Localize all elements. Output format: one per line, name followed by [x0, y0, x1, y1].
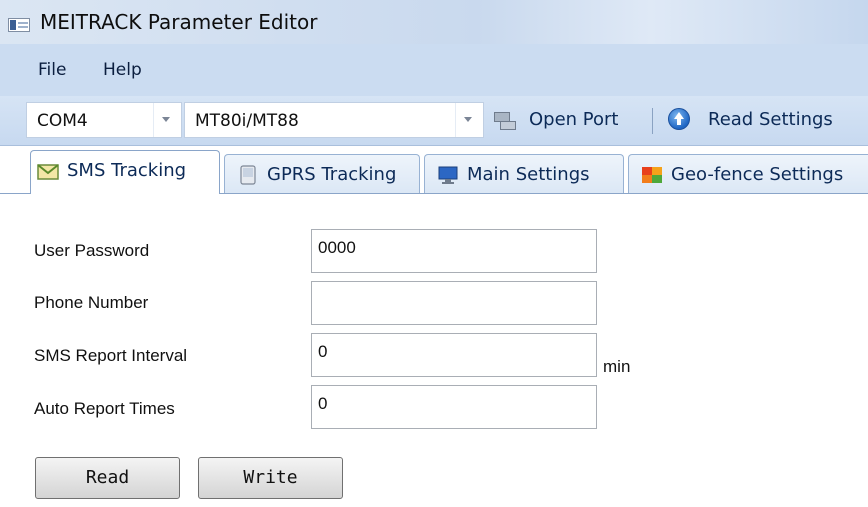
- phone-number-label: Phone Number: [34, 293, 149, 312]
- app-icon: [8, 18, 30, 32]
- model-select[interactable]: MT80i/MT88: [184, 102, 484, 138]
- window-title: MEITRACK Parameter Editor: [40, 10, 318, 34]
- user-password-field[interactable]: 0000: [311, 229, 597, 273]
- tab-strip: SMS Tracking GPRS Tracking Main Settings: [0, 146, 868, 194]
- serial-port-icon: [492, 110, 518, 130]
- menu-file[interactable]: File: [38, 60, 66, 80]
- port-select-value: COM4: [37, 111, 88, 131]
- tab-geo-fence-settings-label: Geo-fence Settings: [671, 164, 844, 185]
- sms-report-interval-label: SMS Report Interval: [34, 346, 188, 365]
- tab-gprs-tracking[interactable]: GPRS Tracking: [224, 154, 420, 194]
- map-icon: [641, 165, 663, 185]
- menu-help[interactable]: Help: [103, 60, 142, 80]
- tab-geo-fence-settings[interactable]: Geo-fence Settings: [628, 154, 868, 194]
- read-settings-label: Read Settings: [708, 109, 833, 130]
- phone-icon: [237, 165, 259, 185]
- model-select-value: MT80i/MT88: [195, 111, 299, 131]
- tab-gprs-tracking-label: GPRS Tracking: [267, 164, 397, 185]
- tab-sms-tracking-label: SMS Tracking: [67, 160, 187, 181]
- chevron-down-icon[interactable]: [153, 103, 177, 137]
- port-select[interactable]: COM4: [26, 102, 182, 138]
- phone-number-field[interactable]: [311, 281, 597, 325]
- upload-arrow-icon: [668, 108, 690, 130]
- tab-main-settings-label: Main Settings: [467, 164, 590, 185]
- sms-report-interval-field[interactable]: 0: [311, 333, 597, 377]
- menu-bar: File Help: [0, 44, 868, 96]
- auto-report-times-label: Auto Report Times: [34, 399, 175, 418]
- toolbar-separator: [652, 108, 653, 134]
- interval-unit-label: min: [603, 357, 631, 376]
- open-port-button[interactable]: Open Port: [492, 102, 642, 138]
- open-port-label: Open Port: [529, 109, 619, 130]
- monitor-icon: [437, 165, 459, 185]
- auto-report-times-field[interactable]: 0: [311, 385, 597, 429]
- read-button[interactable]: Read: [35, 457, 180, 499]
- user-password-label: User Password: [34, 241, 150, 260]
- toolbar: COM4 MT80i/MT88 Open Port Read Settings: [0, 96, 868, 146]
- title-bar: MEITRACK Parameter Editor: [0, 0, 868, 44]
- chevron-down-icon[interactable]: [455, 103, 479, 137]
- tab-main-settings[interactable]: Main Settings: [424, 154, 624, 194]
- write-button[interactable]: Write: [198, 457, 343, 499]
- tab-sms-tracking[interactable]: SMS Tracking: [30, 150, 220, 194]
- envelope-icon: [37, 161, 59, 181]
- read-settings-button[interactable]: Read Settings: [668, 102, 868, 138]
